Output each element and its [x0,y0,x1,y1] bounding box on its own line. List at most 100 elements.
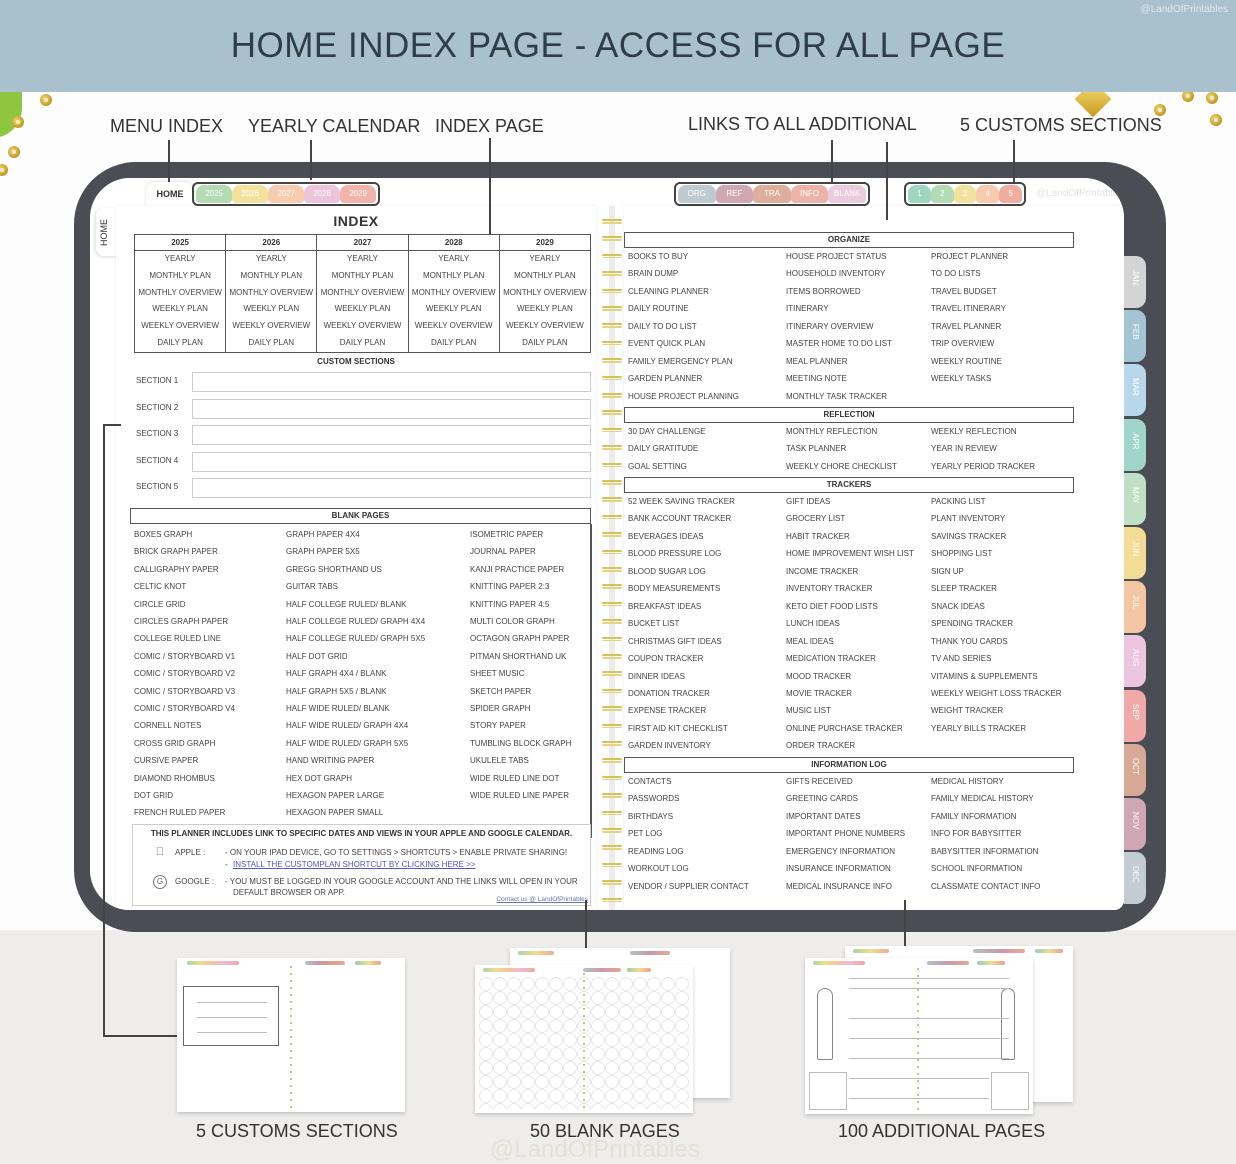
additional-page-link[interactable]: YEAR IN REVIEW [931,444,997,453]
blank-page-link[interactable]: JOURNAL PAPER [470,547,536,556]
month-tab-jul[interactable]: JUL [1124,581,1146,634]
additional-page-link[interactable]: SAVINGS TRACKER [931,532,1006,541]
additional-page-link[interactable]: PROJECT PLANNER [931,252,1008,261]
additional-page-link[interactable]: GARDEN INVENTORY [628,741,711,750]
additional-page-link[interactable]: BREAKFAST IDEAS [628,602,701,611]
additional-page-link[interactable]: TV AND SERIES [931,654,991,663]
additional-page-link[interactable]: DONATION TRACKER [628,689,710,698]
month-tab-may[interactable]: MAY [1124,472,1146,525]
additional-page-link[interactable]: KETO DIET FOOD LISTS [786,602,878,611]
additional-page-link[interactable]: 30 DAY CHALLENGE [628,427,706,436]
blank-page-link[interactable]: SKETCH PAPER [470,687,531,696]
month-tab-jun[interactable]: JUN [1124,527,1146,579]
additional-page-link[interactable]: SIGN UP [931,567,964,576]
blank-page-link[interactable]: HALF GRAPH 5X5 / BLANK [286,687,386,696]
month-tab-dec[interactable]: DEC [1124,852,1146,905]
blank-page-link[interactable]: HALF WIDE RULED/ BLANK [286,704,390,713]
additional-page-link[interactable]: GARDEN PLANNER [628,374,702,383]
blank-page-link[interactable]: HAND WRITING PAPER [286,756,374,765]
additional-page-link[interactable]: PET LOG [628,829,663,838]
blank-page-link[interactable]: HALF COLLEGE RULED/ GRAPH 5X5 [286,634,425,643]
blank-page-link[interactable]: HEXAGON PAPER LARGE [286,791,384,800]
year-link-item[interactable]: WEEKLY PLAN [500,301,590,318]
year-link-item[interactable]: DAILY PLAN [409,335,499,352]
tab-home[interactable]: HOME [146,182,194,208]
additional-page-link[interactable]: ITEMS BORROWED [786,287,861,296]
additional-page-link[interactable]: MEAL PLANNER [786,357,848,366]
additional-page-link[interactable]: IMPORTANT PHONE NUMBERS [786,829,905,838]
year-header[interactable]: 2028 [408,235,499,251]
year-link-item[interactable]: WEEKLY OVERVIEW [409,318,499,335]
additional-page-link[interactable]: BEVERAGES IDEAS [628,532,704,541]
side-tab-home[interactable]: HOME [96,208,118,256]
year-link-item[interactable]: MONTHLY OVERVIEW [135,285,225,302]
blank-page-link[interactable]: CIRCLE GRID [134,600,186,609]
year-header[interactable]: 2026 [226,235,317,251]
tab-org[interactable]: ORG [678,185,716,203]
additional-page-link[interactable]: BANK ACCOUNT TRACKER [628,514,731,523]
additional-page-link[interactable]: BOOKS TO BUY [628,252,688,261]
additional-page-link[interactable]: DINNER IDEAS [628,672,685,681]
additional-page-link[interactable]: PLANT INVENTORY [931,514,1005,523]
year-link-item[interactable]: WEEKLY OVERVIEW [317,318,407,335]
blank-page-link[interactable]: CIRCLES GRAPH PAPER [134,617,228,626]
month-tab-jan[interactable]: JAN [1124,256,1146,308]
year-link-item[interactable]: WEEKLY PLAN [409,301,499,318]
blank-page-link[interactable]: HALF GRAPH 4X4 / BLANK [286,669,386,678]
blank-page-link[interactable]: STORY PAPER [470,721,526,730]
tab-blank[interactable]: BLANK [828,185,866,203]
additional-page-link[interactable]: EMERGENCY INFORMATION [786,847,895,856]
blank-page-link[interactable]: CALLIGRAPHY PAPER [134,565,219,574]
additional-page-link[interactable]: SCHOOL INFORMATION [931,864,1022,873]
additional-page-link[interactable]: BLOOD PRESSURE LOG [628,549,721,558]
additional-page-link[interactable]: TRAVEL ITINERARY [931,304,1006,313]
blank-page-link[interactable]: TUMBLING BLOCK GRAPH [470,739,571,748]
additional-page-link[interactable]: SPENDING TRACKER [931,619,1013,628]
blank-page-link[interactable]: HALF COLLEGE RULED/ GRAPH 4X4 [286,617,425,626]
additional-page-link[interactable]: BODY MEASUREMENTS [628,584,720,593]
additional-page-link[interactable]: ITINERARY OVERVIEW [786,322,874,331]
additional-page-link[interactable]: MONTHLY REFLECTION [786,427,877,436]
year-link-item[interactable]: MONTHLY PLAN [317,268,407,285]
additional-page-link[interactable]: MEAL IDEAS [786,637,834,646]
month-tab-feb[interactable]: FEB [1124,310,1146,363]
additional-page-link[interactable]: READING LOG [628,847,684,856]
additional-page-link[interactable]: WEEKLY REFLECTION [931,427,1017,436]
blank-page-link[interactable]: ISOMETRIC PAPER [470,530,543,539]
tab-custom-2[interactable]: 2 [930,185,954,203]
additional-page-link[interactable]: MEDICAL HISTORY [931,777,1004,786]
additional-page-link[interactable]: HOUSE PROJECT STATUS [786,252,886,261]
additional-page-link[interactable]: BLOOD SUGAR LOG [628,567,706,576]
additional-page-link[interactable]: MEDICATION TRACKER [786,654,876,663]
additional-page-link[interactable]: MASTER HOME TO DO LIST [786,339,892,348]
month-tab-aug[interactable]: AUG [1124,635,1146,688]
year-link-item[interactable]: DAILY PLAN [226,335,316,352]
year-link-item[interactable]: WEEKLY PLAN [135,301,225,318]
tab-year-2029[interactable]: 2029 [340,185,376,203]
additional-page-link[interactable]: TASK PLANNER [786,444,846,453]
year-link-item[interactable]: WEEKLY PLAN [317,301,407,318]
additional-page-link[interactable]: DAILY TO DO LIST [628,322,697,331]
blank-page-link[interactable]: WIDE RULED LINE DOT [470,774,559,783]
additional-page-link[interactable]: MOVIE TRACKER [786,689,852,698]
tab-ref[interactable]: REF [715,185,754,203]
additional-page-link[interactable]: INVENTORY TRACKER [786,584,873,593]
additional-page-link[interactable]: CONTACTS [628,777,671,786]
install-shortcut-link[interactable]: INSTALL THE CUSTOMPLAN SHORTCUT BY CLICK… [233,860,475,869]
blank-page-link[interactable]: OCTAGON GRAPH PAPER [470,634,569,643]
additional-page-link[interactable]: MUSIC LIST [786,706,831,715]
month-tab-mar[interactable]: MAR [1124,364,1146,417]
year-link-item[interactable]: MONTHLY PLAN [409,268,499,285]
month-tab-apr[interactable]: APR [1124,418,1146,471]
additional-page-link[interactable]: MONTHLY TASK TRACKER [786,392,887,401]
blank-page-link[interactable]: HEXAGON PAPER SMALL [286,808,383,817]
additional-page-link[interactable]: FAMILY EMERGENCY PLAN [628,357,732,366]
additional-page-link[interactable]: BIRTHDAYS [628,812,673,821]
additional-page-link[interactable]: FAMILY MEDICAL HISTORY [931,794,1034,803]
blank-page-link[interactable]: CORNELL NOTES [134,721,201,730]
additional-page-link[interactable]: HOUSEHOLD INVENTORY [786,269,885,278]
tab-custom-1[interactable]: 1 [908,185,931,203]
blank-page-link[interactable]: WIDE RULED LINE PAPER [470,791,569,800]
additional-page-link[interactable]: INFO FOR BABYSITTER [931,829,1021,838]
year-header[interactable]: 2029 [499,235,591,251]
